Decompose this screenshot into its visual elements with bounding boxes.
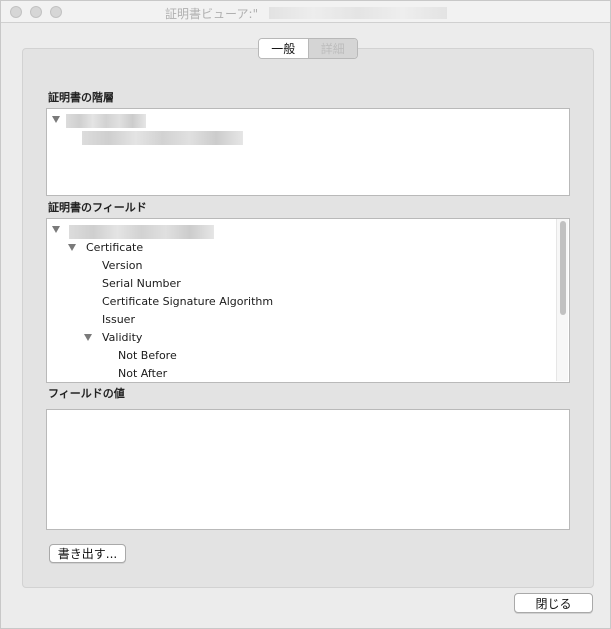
value-label: フィールドの値: [48, 387, 125, 400]
field-version[interactable]: Version: [102, 259, 142, 272]
field-not-before[interactable]: Not Before: [118, 349, 177, 362]
close-button[interactable]: 閉じる: [514, 593, 593, 613]
field-serial-number[interactable]: Serial Number: [102, 277, 181, 290]
redacted-hierarchy-root[interactable]: [66, 114, 146, 128]
close-window-icon[interactable]: [10, 6, 22, 18]
redacted-hierarchy-child[interactable]: [82, 131, 243, 145]
fields-tree[interactable]: Certificate Version Serial Number Certif…: [46, 218, 570, 383]
field-certificate[interactable]: Certificate: [86, 241, 143, 254]
title-bar: 証明書ビューア:": [1, 1, 610, 23]
zoom-window-icon[interactable]: [50, 6, 62, 18]
redacted-field-root[interactable]: [69, 225, 214, 239]
field-issuer[interactable]: Issuer: [102, 313, 135, 326]
fields-scrollbar[interactable]: [556, 219, 568, 381]
export-button[interactable]: 書き出す...: [49, 544, 126, 563]
tab-segmented-control: 一般 詳細: [258, 38, 358, 59]
fields-scroll-thumb[interactable]: [560, 221, 566, 315]
certificate-viewer-window: 証明書ビューア:" 一般 詳細 証明書の階層 証明書のフィールド Certifi…: [0, 0, 611, 629]
disclosure-triangle-icon[interactable]: [84, 334, 92, 341]
field-signature-algorithm[interactable]: Certificate Signature Algorithm: [102, 295, 273, 308]
disclosure-triangle-icon[interactable]: [68, 244, 76, 251]
disclosure-triangle-icon[interactable]: [52, 226, 60, 233]
minimize-window-icon[interactable]: [30, 6, 42, 18]
hierarchy-label: 証明書の階層: [48, 91, 114, 104]
tab-general[interactable]: 一般: [259, 39, 308, 58]
window-title: 証明書ビューア:": [165, 7, 259, 21]
tab-details[interactable]: 詳細: [307, 39, 357, 58]
redacted-title-text: [269, 7, 447, 19]
field-not-after[interactable]: Not After: [118, 367, 167, 380]
hierarchy-list[interactable]: [46, 108, 570, 196]
field-value-box[interactable]: [46, 409, 570, 530]
disclosure-triangle-icon[interactable]: [52, 116, 60, 123]
field-validity[interactable]: Validity: [102, 331, 142, 344]
fields-label: 証明書のフィールド: [48, 201, 147, 214]
